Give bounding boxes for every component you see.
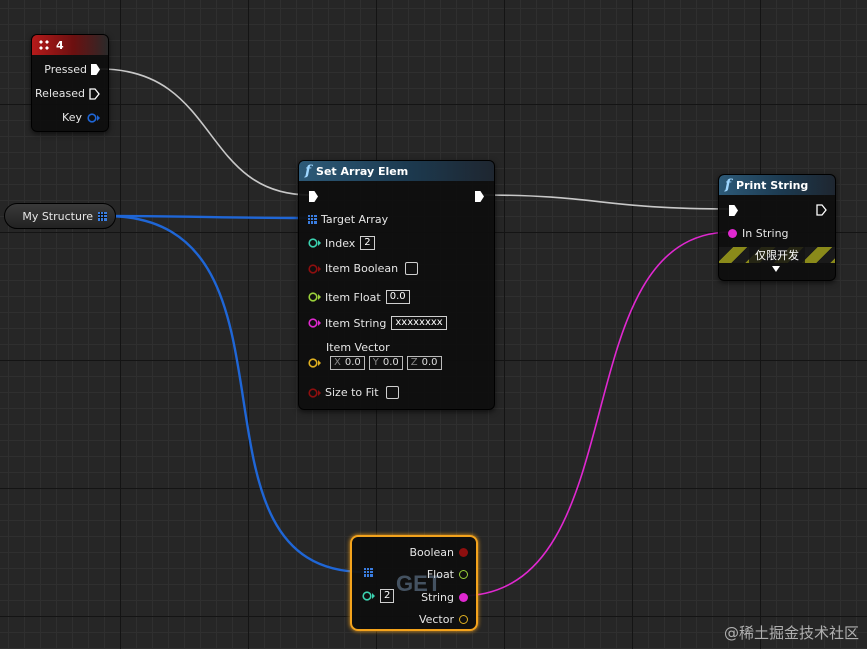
z-axis-label: Z — [410, 357, 418, 368]
exec-in-pin-icon[interactable] — [309, 191, 318, 202]
item-string-label: Item String — [325, 316, 387, 330]
set-array-elem-node[interactable]: f Set Array Elem Target Array Index 2 It… — [298, 160, 495, 410]
size-to-fit-row[interactable]: Size to Fit — [308, 386, 399, 399]
key-event-header: 4 — [32, 35, 108, 55]
item-float-row[interactable]: Item Float 0.0 — [308, 290, 410, 304]
exec-out-hollow-icon[interactable] — [816, 204, 827, 216]
array-pin-icon[interactable] — [308, 215, 317, 224]
vector-output-label: Vector — [418, 613, 454, 626]
size-to-fit-checkbox[interactable] — [385, 386, 399, 399]
item-string-row[interactable]: Item String xxxxxxxx — [308, 316, 447, 330]
key-event-title: 4 — [56, 38, 64, 52]
float-output-label: Float — [426, 568, 454, 581]
vector-inputs: X 0.0 Y 0.0 Z 0.0 — [330, 356, 446, 370]
print-string-node[interactable]: f Print String In String 仅限开发 — [718, 174, 836, 281]
float-pin-icon[interactable] — [308, 292, 321, 302]
index-row[interactable]: Index 2 — [308, 236, 375, 250]
released-label: Released — [35, 87, 85, 100]
vector-pin-icon[interactable] — [308, 358, 321, 368]
boolean-output-label: Boolean — [409, 546, 454, 559]
y-value: 0.0 — [382, 357, 399, 368]
exec-out-pin-icon[interactable] — [91, 64, 100, 75]
get-boolean-row[interactable]: Boolean — [409, 546, 468, 559]
int-pin-icon[interactable] — [308, 238, 321, 248]
target-array-label: Target Array — [321, 213, 389, 226]
my-structure-label: My Structure — [22, 209, 93, 223]
string-pin-icon[interactable] — [728, 229, 737, 238]
exec-wire-set-to-print[interactable] — [482, 194, 734, 210]
key-pin-row[interactable]: Key — [62, 111, 100, 124]
vector-y-input[interactable]: Y 0.0 — [368, 356, 403, 370]
item-boolean-checkbox[interactable] — [405, 262, 419, 275]
y-axis-label: Y — [372, 357, 379, 368]
expand-arrow-icon[interactable] — [771, 265, 781, 273]
exec-out-pin-icon[interactable] — [475, 191, 484, 202]
get-vector-row[interactable]: Vector — [419, 613, 468, 626]
item-vector-row[interactable]: X 0.0 Y 0.0 Z 0.0 — [308, 356, 446, 370]
function-icon: f — [725, 177, 732, 193]
array-pin-icon[interactable] — [364, 568, 373, 577]
item-float-label: Item Float — [325, 290, 381, 304]
bool-pin-icon[interactable] — [459, 548, 468, 557]
item-string-input[interactable]: xxxxxxxx — [391, 316, 447, 330]
get-index-row[interactable]: 2 — [362, 589, 395, 603]
vector-x-input[interactable]: X 0.0 — [330, 356, 365, 370]
float-pin-icon[interactable] — [459, 570, 468, 579]
key-event-node[interactable]: 4 Pressed Released Key — [31, 34, 109, 132]
get-node[interactable]: GET 2 Boolean Float String Vector — [350, 535, 478, 631]
string-pin-icon[interactable] — [459, 593, 468, 602]
target-array-row[interactable]: Target Array — [308, 213, 388, 226]
item-vector-label: Item Vector — [326, 341, 390, 354]
my-structure-variable-node[interactable]: My Structure — [4, 203, 116, 229]
bool-pin-icon[interactable] — [308, 263, 321, 274]
get-float-row[interactable]: Float — [427, 568, 468, 581]
item-float-input[interactable]: 0.0 — [385, 290, 410, 304]
exec-wire-pressed-to-set[interactable] — [99, 68, 311, 196]
x-axis-label: X — [334, 357, 341, 368]
get-string-row[interactable]: String — [421, 591, 468, 604]
get-index-input[interactable]: 2 — [380, 589, 395, 603]
x-value: 0.0 — [344, 357, 361, 368]
print-string-title: Print String — [736, 178, 809, 192]
string-pin-icon[interactable] — [308, 318, 321, 328]
released-pin-row[interactable]: Released — [35, 87, 100, 100]
item-boolean-row[interactable]: Item Boolean — [308, 262, 419, 275]
string-output-label: String — [421, 591, 454, 604]
exec-out-hollow-icon[interactable] — [89, 87, 100, 100]
pressed-pin-row[interactable]: Pressed — [44, 63, 100, 76]
array-pin-icon[interactable] — [98, 211, 107, 221]
index-input[interactable]: 2 — [360, 236, 375, 250]
string-wire-get-to-print[interactable] — [459, 231, 732, 597]
size-to-fit-label: Size to Fit — [325, 386, 379, 399]
bool-pin-icon[interactable] — [308, 387, 321, 398]
index-label: Index — [325, 236, 356, 250]
development-only-banner: 仅限开发 — [719, 247, 835, 263]
in-string-label: In String — [742, 227, 789, 240]
set-array-elem-title: Set Array Elem — [316, 164, 409, 178]
set-array-elem-header: f Set Array Elem — [299, 161, 494, 181]
site-watermark: @稀土掘金技术社区 — [723, 624, 859, 642]
keyboard-icon — [38, 39, 50, 51]
pressed-label: Pressed — [44, 63, 87, 76]
exec-in-pin-icon[interactable] — [729, 205, 738, 216]
print-string-header: f Print String — [719, 175, 835, 195]
vector-z-input[interactable]: Z 0.0 — [406, 356, 442, 370]
item-boolean-label: Item Boolean — [325, 262, 399, 275]
in-string-row[interactable]: In String — [728, 227, 789, 240]
item-vector-label-row: Item Vector — [326, 341, 390, 354]
vector-pin-icon[interactable] — [459, 615, 468, 624]
development-only-label: 仅限开发 — [749, 247, 805, 263]
struct-pin-icon[interactable] — [87, 112, 100, 123]
int-pin-icon[interactable] — [362, 591, 375, 601]
z-value: 0.0 — [421, 357, 438, 368]
function-icon: f — [305, 163, 312, 179]
key-label: Key — [62, 111, 82, 124]
